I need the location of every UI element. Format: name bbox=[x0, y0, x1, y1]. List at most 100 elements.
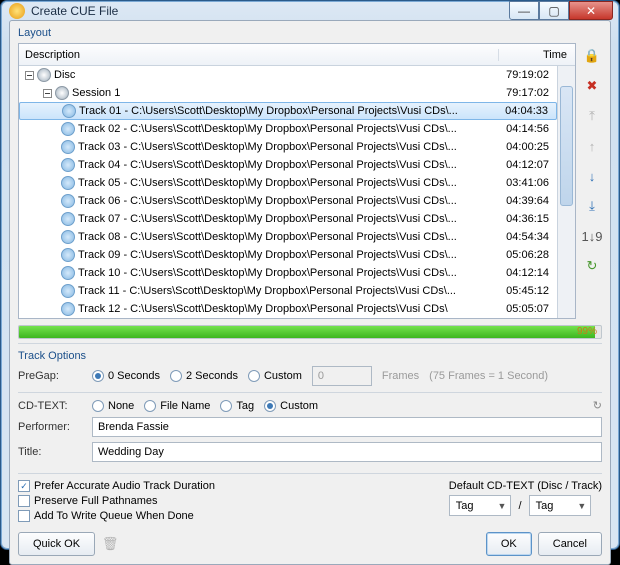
row-label: Disc bbox=[54, 69, 75, 81]
row-time: 05:06:28 bbox=[481, 249, 557, 261]
track-options-header: Track Options bbox=[18, 350, 602, 362]
row-label: Track 11 - C:\Users\Scott\Desktop\My Dro… bbox=[78, 285, 456, 297]
column-description[interactable]: Description bbox=[19, 49, 499, 61]
close-button[interactable]: ✕ bbox=[569, 1, 613, 20]
table-row[interactable]: Track 03 - C:\Users\Scott\Desktop\My Dro… bbox=[19, 138, 557, 156]
lock-icon[interactable]: 🔒 bbox=[583, 47, 601, 65]
track-icon bbox=[62, 104, 76, 118]
cdtext-none-radio[interactable]: None bbox=[92, 400, 134, 412]
cdtext-refresh-icon[interactable]: ↻ bbox=[593, 399, 602, 412]
cdtext-label: CD-TEXT: bbox=[18, 400, 82, 412]
column-time[interactable]: Time bbox=[499, 49, 575, 61]
track-icon bbox=[61, 230, 75, 244]
table-row[interactable]: Track 02 - C:\Users\Scott\Desktop\My Dro… bbox=[19, 120, 557, 138]
side-toolbar: 🔒 ✖ ⤒ ↑ ↓ ⤓ 1↓9 ↻ bbox=[576, 43, 602, 319]
track-icon bbox=[61, 140, 75, 154]
track-icon bbox=[61, 212, 75, 226]
refresh-icon[interactable]: ↻ bbox=[583, 257, 601, 275]
row-time: 04:04:33 bbox=[480, 105, 556, 117]
row-label: Track 09 - C:\Users\Scott\Desktop\My Dro… bbox=[78, 249, 457, 261]
capacity-bar: 99% bbox=[18, 325, 602, 339]
move-down-icon[interactable]: ↓ bbox=[583, 167, 601, 185]
default-cdtext-track-dropdown[interactable]: Tag▼ bbox=[529, 495, 592, 516]
track-icon bbox=[61, 284, 75, 298]
minimize-button[interactable]: — bbox=[509, 1, 539, 20]
quick-ok-button[interactable]: Quick OK bbox=[18, 532, 95, 556]
row-label: Track 08 - C:\Users\Scott\Desktop\My Dro… bbox=[78, 231, 457, 243]
grid-header[interactable]: Description Time bbox=[19, 44, 575, 66]
vertical-scrollbar[interactable] bbox=[557, 66, 575, 318]
default-cdtext-disc-dropdown[interactable]: Tag▼ bbox=[449, 495, 512, 516]
table-row[interactable]: Session 1 79:17:02 bbox=[19, 84, 557, 102]
cancel-button[interactable]: Cancel bbox=[538, 532, 602, 556]
pregap-2-radio[interactable]: 2 Seconds bbox=[170, 370, 238, 382]
window-title: Create CUE File bbox=[31, 4, 509, 18]
pregap-custom-input bbox=[312, 366, 372, 386]
row-time: 04:12:07 bbox=[481, 159, 557, 171]
move-up-icon[interactable]: ↑ bbox=[583, 137, 601, 155]
row-time: 04:00:25 bbox=[481, 141, 557, 153]
table-row[interactable]: Track 01 - C:\Users\Scott\Desktop\My Dro… bbox=[19, 102, 557, 120]
move-bottom-icon[interactable]: ⤓ bbox=[583, 197, 601, 215]
performer-input[interactable] bbox=[92, 417, 602, 437]
capacity-fill bbox=[19, 326, 595, 338]
expander-icon[interactable] bbox=[25, 71, 34, 80]
row-label: Session 1 bbox=[72, 87, 120, 99]
title-input[interactable] bbox=[92, 442, 602, 462]
row-label: Track 07 - C:\Users\Scott\Desktop\My Dro… bbox=[78, 213, 457, 225]
row-time: 79:17:02 bbox=[481, 87, 557, 99]
delete-icon[interactable]: ✖ bbox=[583, 77, 601, 95]
add-to-queue-checkbox[interactable]: Add To Write Queue When Done bbox=[18, 510, 215, 522]
pregap-custom-radio[interactable]: Custom bbox=[248, 370, 302, 382]
table-row[interactable]: Disc79:19:02 bbox=[19, 66, 557, 84]
cdtext-tag-radio[interactable]: Tag bbox=[220, 400, 254, 412]
move-top-icon[interactable]: ⤒ bbox=[583, 107, 601, 125]
chevron-down-icon: ▼ bbox=[577, 501, 586, 511]
table-row[interactable]: Track 11 - C:\Users\Scott\Desktop\My Dro… bbox=[19, 282, 557, 300]
trash-icon[interactable]: 🗑 bbox=[101, 535, 119, 553]
pregap-0-radio[interactable]: 0 Seconds bbox=[92, 370, 160, 382]
sort-icon[interactable]: 1↓9 bbox=[583, 227, 601, 245]
row-label: Track 10 - C:\Users\Scott\Desktop\My Dro… bbox=[78, 267, 457, 279]
app-icon bbox=[9, 3, 25, 19]
capacity-percent: 99% bbox=[577, 326, 597, 337]
ok-button[interactable]: OK bbox=[486, 532, 532, 556]
row-time: 05:05:07 bbox=[481, 303, 557, 315]
accurate-duration-checkbox[interactable]: ✓Prefer Accurate Audio Track Duration bbox=[18, 480, 215, 492]
table-row[interactable]: Track 08 - C:\Users\Scott\Desktop\My Dro… bbox=[19, 228, 557, 246]
track-grid[interactable]: Description Time Disc79:19:02 Session 1 79… bbox=[18, 43, 576, 319]
table-row[interactable]: Track 10 - C:\Users\Scott\Desktop\My Dro… bbox=[19, 264, 557, 282]
cdtext-filename-radio[interactable]: File Name bbox=[144, 400, 210, 412]
row-label: Track 02 - C:\Users\Scott\Desktop\My Dro… bbox=[78, 123, 457, 135]
row-label: Track 03 - C:\Users\Scott\Desktop\My Dro… bbox=[78, 141, 457, 153]
maximize-button[interactable]: ▢ bbox=[539, 1, 569, 20]
preserve-pathnames-checkbox[interactable]: Preserve Full Pathnames bbox=[18, 495, 215, 507]
table-row[interactable]: Track 12 - C:\Users\Scott\Desktop\My Dro… bbox=[19, 300, 557, 318]
window-frame: Create CUE File — ▢ ✕ Layout Description… bbox=[0, 0, 620, 550]
scrollbar-thumb[interactable] bbox=[560, 86, 573, 206]
row-time: 03:41:06 bbox=[481, 177, 557, 189]
row-label: Track 05 - C:\Users\Scott\Desktop\My Dro… bbox=[78, 177, 457, 189]
table-row[interactable]: Track 09 - C:\Users\Scott\Desktop\My Dro… bbox=[19, 246, 557, 264]
layout-label: Layout bbox=[18, 27, 602, 39]
table-row[interactable]: Track 06 - C:\Users\Scott\Desktop\My Dro… bbox=[19, 192, 557, 210]
row-time: 04:36:15 bbox=[481, 213, 557, 225]
titlebar[interactable]: Create CUE File — ▢ ✕ bbox=[1, 1, 619, 20]
track-icon bbox=[61, 194, 75, 208]
table-row[interactable]: Track 05 - C:\Users\Scott\Desktop\My Dro… bbox=[19, 174, 557, 192]
track-icon bbox=[61, 248, 75, 262]
row-label: Track 12 - C:\Users\Scott\Desktop\My Dro… bbox=[78, 303, 448, 315]
track-icon bbox=[61, 176, 75, 190]
row-time: 04:12:14 bbox=[481, 267, 557, 279]
cdtext-custom-radio[interactable]: Custom bbox=[264, 400, 318, 412]
table-row[interactable]: Track 07 - C:\Users\Scott\Desktop\My Dro… bbox=[19, 210, 557, 228]
default-cdtext-separator: / bbox=[519, 500, 522, 512]
client-area: Layout Description Time Disc79:19:02Sess… bbox=[9, 20, 611, 565]
performer-label: Performer: bbox=[18, 421, 82, 433]
default-cdtext-label: Default CD-TEXT (Disc / Track) bbox=[449, 480, 602, 492]
title-label: Title: bbox=[18, 446, 82, 458]
track-icon bbox=[61, 302, 75, 316]
table-row[interactable]: Track 04 - C:\Users\Scott\Desktop\My Dro… bbox=[19, 156, 557, 174]
expander-icon[interactable] bbox=[43, 89, 52, 98]
pregap-hint: (75 Frames = 1 Second) bbox=[429, 370, 548, 382]
